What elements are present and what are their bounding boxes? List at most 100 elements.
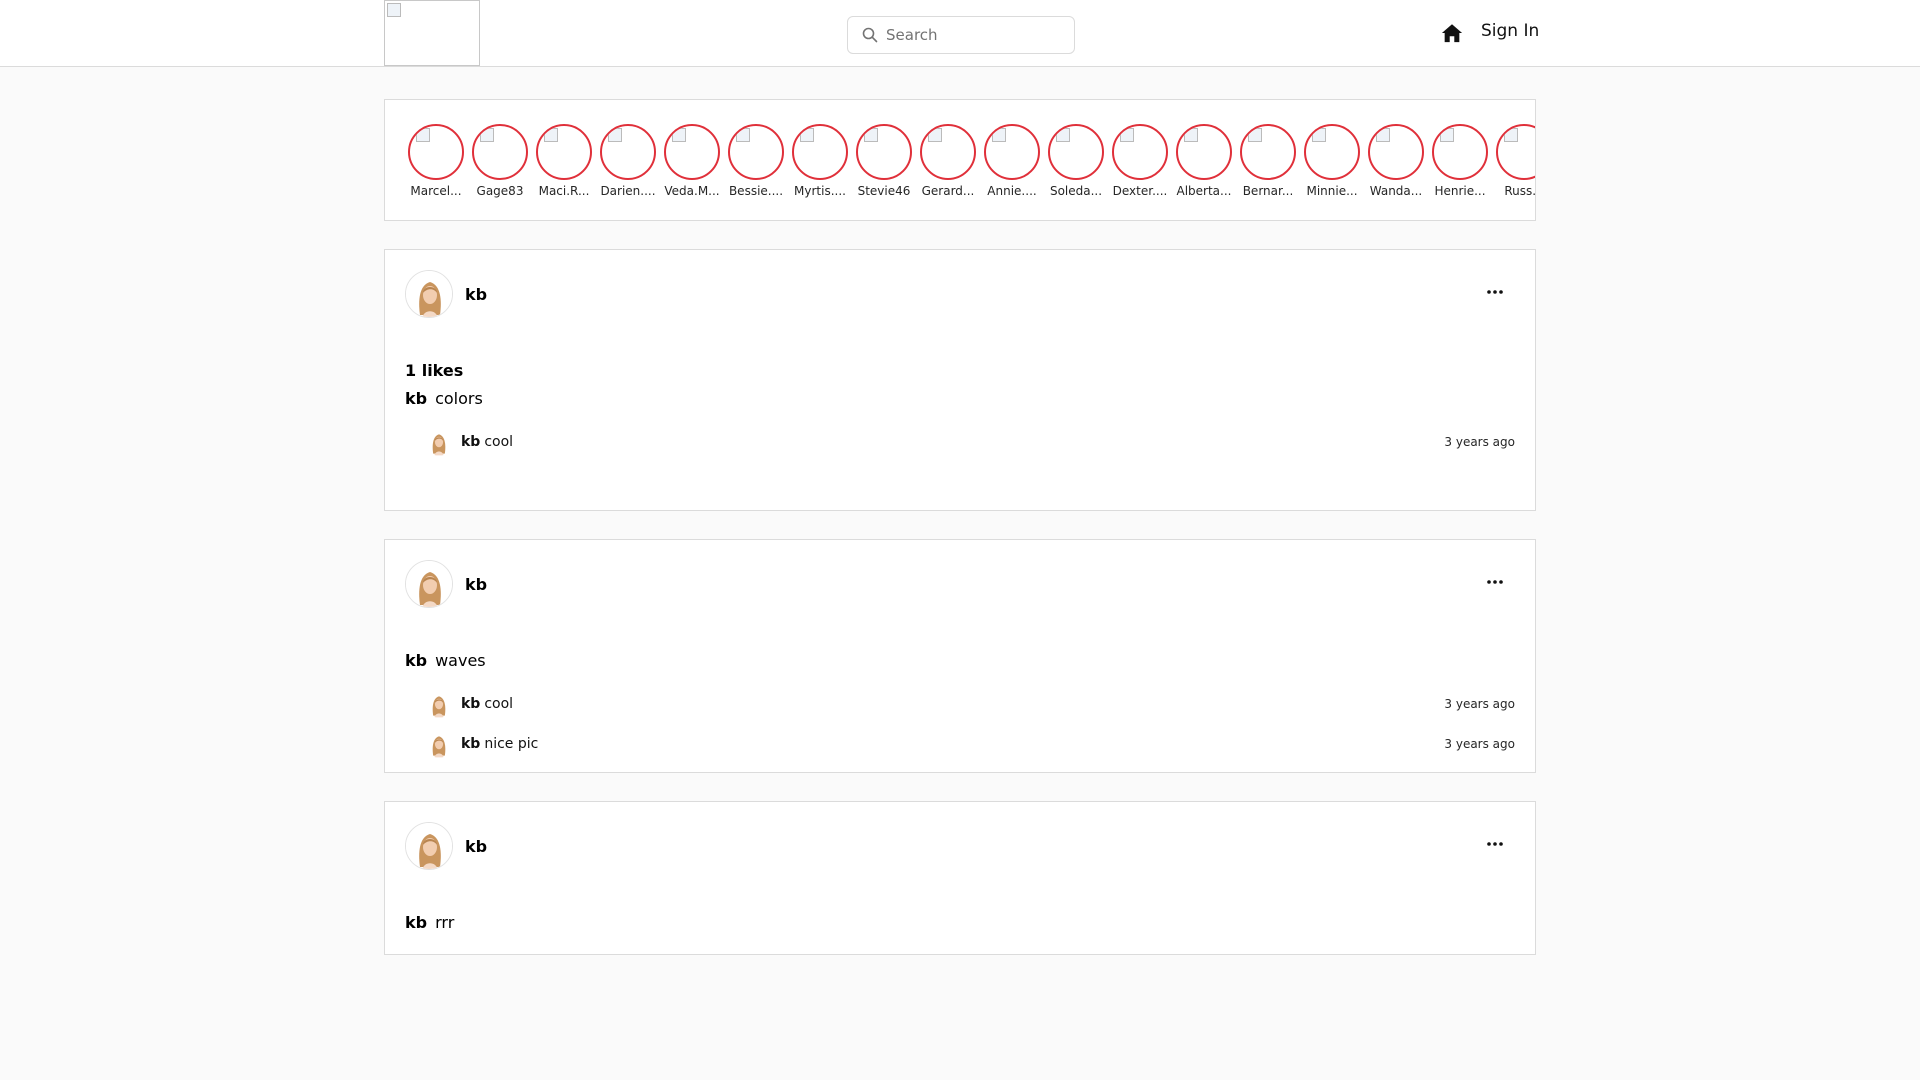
story-item[interactable]: Gerard...: [918, 124, 978, 198]
story-item[interactable]: Darien....: [598, 124, 658, 198]
story-avatar[interactable]: [728, 124, 784, 180]
post-author-avatar[interactable]: [405, 270, 453, 318]
comment-text: kb nice pic: [461, 736, 538, 752]
story-username: Maci.R...: [538, 184, 590, 198]
story-username: Soleda...: [1049, 184, 1103, 198]
story-item[interactable]: Marcel...: [406, 124, 466, 198]
comment-row: kb cool 3 years ago: [425, 689, 1515, 719]
stories-bar[interactable]: Marcel... Gage83 Maci.R... Darien.... Veda.M…: [384, 99, 1536, 221]
story-avatar[interactable]: [856, 124, 912, 180]
story-item[interactable]: Bernar...: [1238, 124, 1298, 198]
comment-text: kb cool: [461, 434, 513, 450]
story-username: Russ.S: [1504, 184, 1536, 198]
story-avatar[interactable]: [472, 124, 528, 180]
story-item[interactable]: Stevie46: [854, 124, 914, 198]
story-avatar[interactable]: [1240, 124, 1296, 180]
broken-image-icon: [864, 128, 878, 142]
comment-timestamp: 3 years ago: [1444, 697, 1515, 711]
broken-image-icon: [1056, 128, 1070, 142]
story-username: Annie....: [987, 184, 1037, 198]
story-username: Minnie...: [1306, 184, 1358, 198]
profile-photo-icon: [425, 428, 453, 456]
broken-image-icon: [608, 128, 622, 142]
profile-photo-icon: [406, 561, 452, 607]
story-avatar[interactable]: [984, 124, 1040, 180]
story-username: Wanda...: [1369, 184, 1423, 198]
post-author-name[interactable]: kb: [465, 285, 487, 304]
more-options-icon[interactable]: [1485, 840, 1505, 848]
story-avatar[interactable]: [1304, 124, 1360, 180]
commenter-avatar[interactable]: [425, 428, 453, 456]
commenter-avatar[interactable]: [425, 690, 453, 718]
story-item[interactable]: Veda.M...: [662, 124, 722, 198]
story-item[interactable]: Russ.S: [1494, 124, 1536, 198]
story-item[interactable]: Maci.R...: [534, 124, 594, 198]
comment-body: nice pic: [484, 736, 539, 752]
story-username: Bernar...: [1242, 184, 1294, 198]
post-author-name[interactable]: kb: [465, 575, 487, 594]
comment-username[interactable]: kb: [461, 736, 480, 752]
broken-image-icon: [672, 128, 686, 142]
story-avatar[interactable]: [408, 124, 464, 180]
story-item[interactable]: Annie....: [982, 124, 1042, 198]
post-caption: kb waves: [405, 651, 486, 670]
story-username: Marcel...: [410, 184, 462, 198]
search-input[interactable]: [886, 26, 1056, 44]
caption-username[interactable]: kb: [405, 913, 427, 932]
commenter-avatar[interactable]: [425, 730, 453, 758]
story-avatar[interactable]: [1496, 124, 1535, 180]
story-username: Stevie46: [857, 184, 911, 198]
sign-in-link[interactable]: Sign In: [1481, 21, 1539, 41]
story-item[interactable]: Soleda...: [1046, 124, 1106, 198]
story-item[interactable]: Bessie....: [726, 124, 786, 198]
story-avatar[interactable]: [600, 124, 656, 180]
story-username: Henrie...: [1434, 184, 1486, 198]
story-username: Veda.M...: [664, 184, 720, 198]
caption-username[interactable]: kb: [405, 651, 427, 670]
story-avatar[interactable]: [1112, 124, 1168, 180]
story-item[interactable]: Gage83: [470, 124, 530, 198]
caption-username[interactable]: kb: [405, 389, 427, 408]
story-item[interactable]: Henrie...: [1430, 124, 1490, 198]
caption-text: rrr: [435, 913, 455, 932]
post-card: kb kb waves kb cool 3 years ago kb nice pic 3 ye…: [384, 539, 1536, 773]
comment-text: kb cool: [461, 696, 513, 712]
post-header: kb: [405, 822, 487, 870]
more-options-icon[interactable]: [1485, 578, 1505, 586]
likes-count: 1 likes: [405, 361, 464, 380]
profile-photo-icon: [406, 271, 452, 317]
story-item[interactable]: Myrtis....: [790, 124, 850, 198]
comment-timestamp: 3 years ago: [1444, 737, 1515, 751]
story-avatar[interactable]: [1048, 124, 1104, 180]
post-author-name[interactable]: kb: [465, 837, 487, 856]
more-options-icon[interactable]: [1485, 288, 1505, 296]
story-avatar[interactable]: [792, 124, 848, 180]
broken-image-icon: [800, 128, 814, 142]
story-avatar[interactable]: [920, 124, 976, 180]
story-username: Gage83: [476, 184, 524, 198]
story-item[interactable]: Minnie...: [1302, 124, 1362, 198]
broken-image-icon: [1312, 128, 1326, 142]
broken-image-icon: [1248, 128, 1262, 142]
broken-image-icon: [1120, 128, 1134, 142]
search-box[interactable]: [847, 16, 1075, 54]
story-username: Dexter....: [1112, 184, 1168, 198]
comment-row: kb nice pic 3 years ago: [425, 729, 1515, 759]
story-avatar[interactable]: [664, 124, 720, 180]
post-author-avatar[interactable]: [405, 822, 453, 870]
story-avatar[interactable]: [1432, 124, 1488, 180]
comment-username[interactable]: kb: [461, 434, 480, 450]
story-username: Gerard...: [921, 184, 975, 198]
story-avatar[interactable]: [536, 124, 592, 180]
story-item[interactable]: Dexter....: [1110, 124, 1170, 198]
story-avatar[interactable]: [1176, 124, 1232, 180]
comment-username[interactable]: kb: [461, 696, 480, 712]
broken-image-icon: [1184, 128, 1198, 142]
logo-image[interactable]: [384, 0, 480, 66]
story-avatar[interactable]: [1368, 124, 1424, 180]
story-item[interactable]: Wanda...: [1366, 124, 1426, 198]
home-icon[interactable]: [1441, 22, 1463, 44]
post-author-avatar[interactable]: [405, 560, 453, 608]
story-item[interactable]: Alberta...: [1174, 124, 1234, 198]
broken-image-icon: [1440, 128, 1454, 142]
